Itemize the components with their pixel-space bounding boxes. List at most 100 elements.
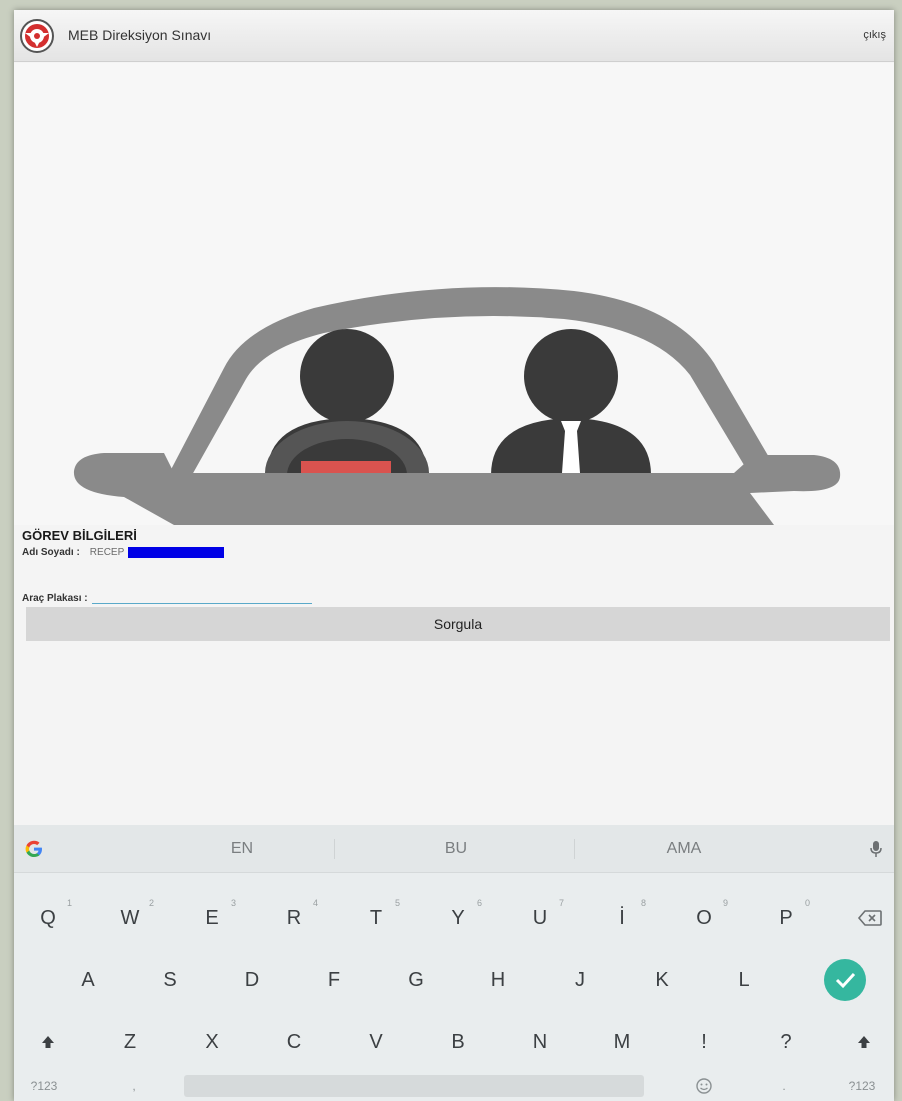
key-v[interactable]: V [346,1017,406,1067]
key-label: L [738,969,750,991]
key-label: B [451,1031,465,1053]
key-hint: 2 [148,898,154,908]
key-j[interactable]: J [550,955,610,1005]
key-x[interactable]: X [182,1017,242,1067]
enter-key[interactable] [824,959,866,1001]
space-bar[interactable] [184,1075,644,1097]
key-l[interactable]: L [714,955,774,1005]
symbols-key-right[interactable]: ?123 [832,1061,892,1101]
key-label: D [244,969,260,991]
key-hint: 9 [722,898,728,908]
microphone-icon[interactable] [868,839,884,859]
key-hint: 5 [394,898,400,908]
period-key[interactable]: . [754,1061,814,1101]
symbols-key-left[interactable]: ?123 [14,1061,74,1101]
key-label: İ [619,907,625,929]
suggestion-separator [334,839,335,859]
key-a[interactable]: A [58,955,118,1005]
name-value: RECEP [89,547,125,558]
device-screen: MEB Direksiyon Sınavı çıkış GÖREV BİLGİL… [14,10,894,1101]
backspace-icon [857,910,882,926]
key-question[interactable]: ? [756,1017,816,1067]
key-label: A [81,969,95,991]
key-y[interactable]: Y6 [428,893,488,943]
key-h[interactable]: H [468,955,528,1005]
suggestion-1[interactable]: EN [182,840,302,858]
name-row: Adı Soyadı : RECEP [22,547,225,558]
key-label: O [696,907,712,929]
key-label: J [575,969,585,991]
key-hint: 4 [312,898,318,908]
key-c[interactable]: C [264,1017,324,1067]
query-button[interactable]: Sorgula [26,607,890,641]
key-hint: 8 [640,898,646,908]
key-hint: 6 [476,898,482,908]
key-d[interactable]: D [222,955,282,1005]
key-t[interactable]: T5 [346,893,406,943]
key-label: ! [701,1031,707,1053]
key-k[interactable]: K [632,955,692,1005]
key-exclamation[interactable]: ! [674,1017,734,1067]
suggestion-2[interactable]: BU [396,840,516,858]
plate-input[interactable] [91,590,312,604]
car-with-driver-and-examiner-illustration [73,287,841,525]
suggestion-bar: EN BU AMA [14,825,894,873]
backspace-key[interactable] [840,893,894,943]
redaction-bar [128,547,225,558]
section-title: GÖREV BİLGİLERİ [22,528,137,543]
key-n[interactable]: N [510,1017,570,1067]
key-label: R [286,907,302,929]
suggestion-3[interactable]: AMA [624,840,744,858]
emoji-key[interactable] [674,1061,734,1101]
key-w[interactable]: W2 [100,893,160,943]
emoji-icon [696,1078,712,1094]
google-g-icon[interactable] [24,839,44,859]
key-g[interactable]: G [386,955,446,1005]
key-label: X [205,1031,219,1053]
key-f[interactable]: F [304,955,364,1005]
key-label: G [408,969,424,991]
key-label: V [369,1031,383,1053]
app-bar: MEB Direksiyon Sınavı çıkış [14,10,894,62]
key-label: ? [780,1031,792,1053]
key-label: T [369,907,383,929]
plate-row: Araç Plakası : [22,590,312,604]
comma-key[interactable]: , [104,1061,164,1101]
exit-link[interactable]: çıkış [863,29,886,41]
onscreen-keyboard: EN BU AMA Q1 W2 E3 R4 T5 Y6 U7 İ8 O9 P0 [14,825,894,1101]
hero-illustration [14,63,894,525]
key-q[interactable]: Q1 [18,893,78,943]
steering-wheel-logo-icon [20,19,54,53]
key-hint: 7 [558,898,564,908]
key-e[interactable]: E3 [182,893,242,943]
shift-key-left[interactable] [18,1017,78,1067]
key-b[interactable]: B [428,1017,488,1067]
key-label: C [286,1031,302,1053]
name-label: Adı Soyadı : [22,547,80,558]
key-r[interactable]: R4 [264,893,324,943]
key-label: F [327,969,341,991]
key-label: U [532,907,548,929]
key-label: M [613,1031,631,1053]
key-p[interactable]: P0 [756,893,816,943]
key-label: Q [40,907,56,929]
key-z[interactable]: Z [100,1017,160,1067]
key-i-dotted[interactable]: İ8 [592,893,652,943]
key-hint: 0 [804,898,810,908]
key-m[interactable]: M [592,1017,652,1067]
key-label: K [655,969,669,991]
key-label: H [490,969,506,991]
key-label: P [779,907,793,929]
key-label: W [120,907,140,929]
app-title: MEB Direksiyon Sınavı [68,27,212,43]
shift-key-right[interactable] [834,1017,894,1067]
plate-label: Araç Plakası : [22,593,88,604]
key-label: S [163,969,177,991]
key-s[interactable]: S [140,955,200,1005]
key-hint: 1 [66,898,72,908]
key-label: Y [451,907,465,929]
checkmark-icon [835,972,856,989]
key-o[interactable]: O9 [674,893,734,943]
key-label: E [205,907,219,929]
key-u[interactable]: U7 [510,893,570,943]
